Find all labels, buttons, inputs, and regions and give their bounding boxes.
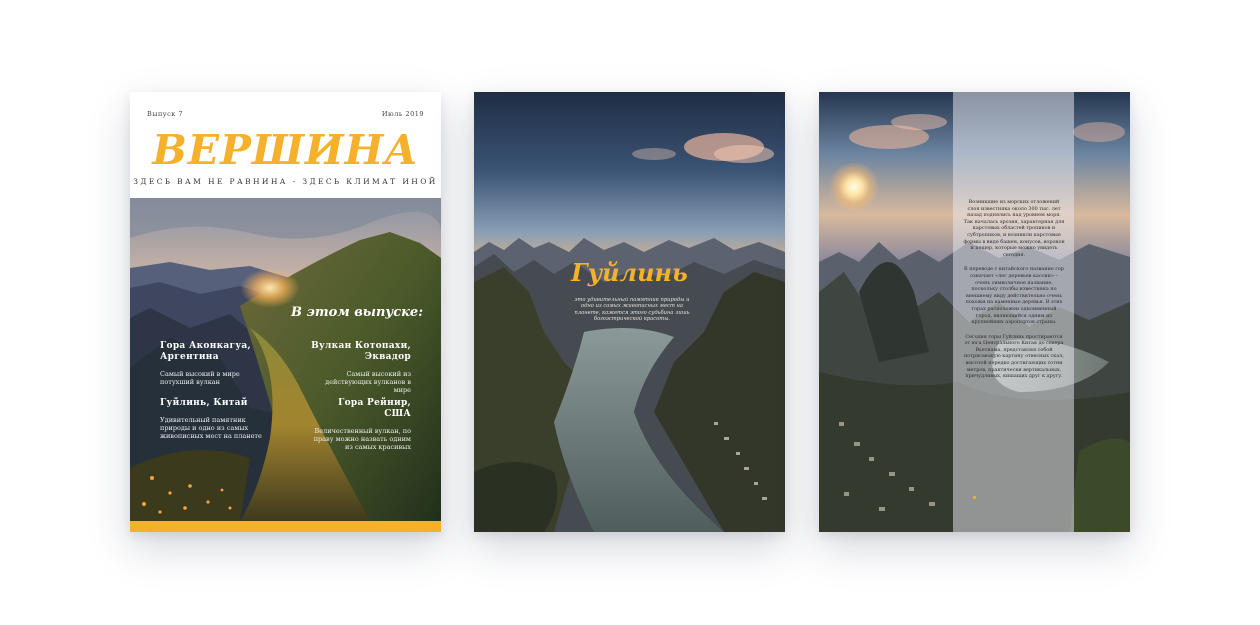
guilin-title-page: Гуйлинь это удивительный памятник природ… — [474, 92, 785, 532]
article-paragraph: Возникшие из морских отложений слоя изве… — [963, 199, 1065, 258]
toc-item-desc: Величественный вулкан, по праву можно на… — [313, 427, 411, 451]
magazine-title: ВЕРШИНА — [152, 126, 419, 174]
cover-mountain-photo: В этом выпуске: Гора Аконкагуа, Аргентин… — [130, 198, 441, 521]
toc-item-guilin: Гуйлинь, Китай Удивительный памятник при… — [160, 398, 265, 440]
article-text: Возникшие из морских отложений слоя изве… — [963, 199, 1065, 388]
toc-item-aconcagua: Гора Аконкагуа, Аргентина Самый высокий … — [160, 341, 260, 386]
cover-header: Выпуск 7 Июль 2019 ВЕРШИНА ЗДЕСЬ ВАМ НЕ … — [130, 92, 441, 197]
issue-number: Выпуск 7 — [147, 110, 184, 118]
guilin-title: Гуйлинь — [571, 258, 688, 287]
sun-glow — [829, 162, 879, 212]
in-this-issue-heading: В этом выпуске: — [291, 305, 423, 320]
accent-dot — [973, 496, 976, 499]
toc-item-title: Вулкан Котопахи, Эквадор — [311, 341, 411, 362]
toc-item-cotopaxi: Вулкан Котопахи, Эквадор Самый высокий и… — [311, 341, 411, 394]
toc-item-title: Гора Рейнир, США — [338, 398, 411, 419]
toc-item-title: Гуйлинь, Китай — [160, 398, 248, 408]
guilin-intro-text: это удивительный памятник природы и одно… — [574, 297, 690, 323]
toc-item-rainier: Гора Рейнир, США Величественный вулкан, … — [311, 398, 411, 451]
toc-item-desc: Самый высокий в мире потухший вулкан — [160, 370, 240, 386]
toc-item-title: Гора Аконкагуа, Аргентина — [160, 341, 251, 362]
article-paragraph: Сегодня горы Гуйлинь простираются от юга… — [964, 333, 1064, 380]
issue-date: Июль 2019 — [381, 110, 424, 118]
toc-item-desc: Удивительный памятник природы и одно из … — [160, 416, 262, 440]
magazine-tagline: ЗДЕСЬ ВАМ НЕ РАВНИНА - ЗДЕСЬ КЛИМАТ ИНОЙ — [133, 177, 438, 186]
article-paragraph: В переводе с китайского название гор озн… — [964, 266, 1064, 326]
cover-accent-bar — [130, 521, 441, 532]
toc-item-desc: Самый высокий из действующих вулканов в … — [325, 370, 411, 394]
guilin-article-page: Возникшие из морских отложений слоя изве… — [819, 92, 1130, 532]
sunset-glow — [240, 268, 300, 308]
magazine-cover-page: Выпуск 7 Июль 2019 ВЕРШИНА ЗДЕСЬ ВАМ НЕ … — [130, 92, 441, 532]
